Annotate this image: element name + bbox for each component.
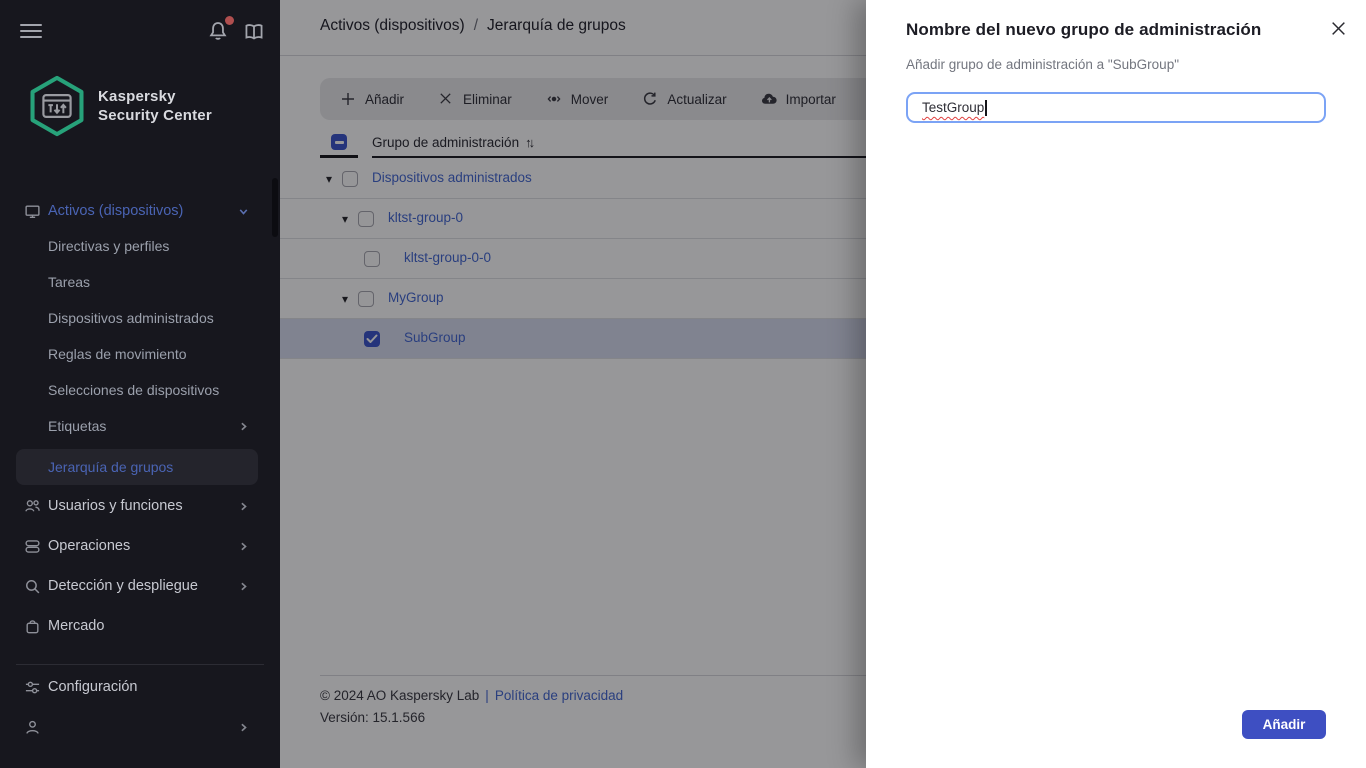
group-link[interactable]: kltst-group-0 [388, 210, 463, 225]
table-row-selected: SubGroup [280, 319, 866, 359]
version-text: Versión: 15.1.566 [320, 710, 426, 725]
chevron-right-icon [237, 500, 250, 513]
new-group-drawer: Nombre del nuevo grupo de administración… [866, 0, 1366, 768]
breadcrumb-activos[interactable]: Activos (dispositivos) [320, 17, 465, 34]
table-row: kltst-group-0-0 [280, 239, 866, 279]
refresh-icon [642, 91, 658, 107]
sidebar-item-operaciones[interactable]: Operaciones [0, 530, 280, 562]
header-underline-checkbox-col [320, 155, 358, 158]
expand-arrow-icon[interactable]: ▾ [326, 171, 332, 187]
sidebar: Kaspersky Security Center Activos (dispo… [0, 0, 280, 768]
header-underline [372, 156, 866, 158]
chevron-right-icon [237, 420, 250, 433]
group-name-value: TestGroup [922, 100, 985, 115]
cloud-upload-icon [761, 91, 777, 107]
sidebar-divider [16, 664, 264, 665]
move-icon [546, 91, 562, 107]
plus-icon [340, 91, 356, 107]
text-caret [985, 99, 987, 116]
group-tree-table: ▾ Dispositivos administrados ▾ kltst-gro… [280, 159, 866, 359]
expand-arrow-icon[interactable]: ▾ [342, 291, 348, 307]
notifications-bell-icon[interactable] [207, 16, 234, 44]
search-icon [24, 578, 41, 595]
table-row: ▾ MyGroup [280, 279, 866, 319]
users-icon [24, 498, 41, 515]
table-row: ▾ kltst-group-0 [280, 199, 866, 239]
sidebar-item-configuracion[interactable]: Configuración [0, 671, 280, 703]
delete-button[interactable]: Eliminar [438, 91, 512, 107]
breadcrumb: Activos (dispositivos) / Jerarquía de grup… [320, 17, 626, 34]
drawer-subtitle: Añadir grupo de administración a "SubGro… [906, 57, 1179, 72]
chevron-right-icon [237, 540, 250, 553]
drawer-title: Nombre del nuevo grupo de administración [906, 20, 1262, 39]
chevron-right-icon [237, 580, 250, 593]
group-link[interactable]: kltst-group-0-0 [404, 250, 491, 265]
group-link[interactable]: MyGroup [388, 290, 444, 305]
chevron-down-icon [237, 205, 250, 218]
row-checkbox[interactable] [358, 291, 374, 307]
add-button[interactable]: Añadir [340, 91, 404, 107]
documentation-book-icon[interactable] [243, 21, 265, 43]
app-window: Kaspersky Security Center Activos (dispo… [0, 0, 1366, 768]
sort-icon[interactable]: ↑↓ [525, 135, 535, 150]
sidebar-item-mercado[interactable]: Mercado [0, 610, 280, 642]
sidebar-item-dispositivos-administrados[interactable]: Dispositivos administrados [0, 300, 280, 336]
sidebar-item-usuarios-y-funciones[interactable]: Usuarios y funciones [0, 490, 280, 522]
breadcrumb-jerarquia: Jerarquía de grupos [487, 17, 626, 34]
expand-arrow-icon[interactable]: ▾ [342, 211, 348, 227]
column-header-grupo-administracion[interactable]: Grupo de administración ↑↓ [372, 135, 535, 150]
privacy-policy-link[interactable]: Política de privacidad [495, 688, 623, 703]
row-checkbox[interactable] [364, 251, 380, 267]
group-link[interactable]: SubGroup [404, 330, 466, 345]
sidebar-item-etiquetas[interactable]: Etiquetas [0, 408, 280, 444]
kaspersky-hexagon-icon [30, 75, 84, 137]
sidebar-item-directivas-y-perfiles[interactable]: Directivas y perfiles [0, 228, 280, 264]
sidebar-item-tareas[interactable]: Tareas [0, 264, 280, 300]
footer-divider [320, 675, 866, 676]
shopping-bag-icon [24, 618, 41, 635]
row-checkbox[interactable] [358, 211, 374, 227]
toolbar: Añadir Eliminar Mover Actualizar Importa… [320, 78, 866, 120]
add-submit-button[interactable]: Añadir [1242, 710, 1326, 739]
table-header: Grupo de administración ↑↓ [280, 129, 866, 157]
sidebar-scrollbar-thumb[interactable] [272, 178, 278, 237]
sidebar-item-selecciones-de-dispositivos[interactable]: Selecciones de dispositivos [0, 372, 280, 408]
sidebar-item-reglas-de-movimiento[interactable]: Reglas de movimiento [0, 336, 280, 372]
page-footer: © 2024 AO Kaspersky Lab | Política de priv… [320, 688, 624, 725]
group-name-input[interactable]: TestGroup [906, 92, 1326, 123]
move-button[interactable]: Mover [546, 91, 608, 107]
sliders-settings-icon [24, 679, 41, 696]
copyright-text: © 2024 AO Kaspersky Lab [320, 688, 480, 703]
x-icon [438, 91, 454, 107]
refresh-button[interactable]: Actualizar [642, 91, 727, 107]
row-checkbox[interactable] [342, 171, 358, 187]
import-button[interactable]: Importar [761, 91, 836, 107]
table-row: ▾ Dispositivos administrados [280, 159, 866, 199]
layers-stack-icon [24, 538, 41, 555]
sidebar-item-deteccion-y-despliegue[interactable]: Detección y despliegue [0, 570, 280, 602]
monitor-icon [24, 203, 41, 220]
row-checkbox-checked[interactable] [364, 331, 380, 347]
app-title: Kaspersky Security Center [98, 88, 212, 124]
chevron-right-icon [237, 721, 250, 734]
header-divider [280, 55, 866, 56]
notification-badge [225, 16, 234, 25]
main-content: Activos (dispositivos) / Jerarquía de grup… [280, 0, 866, 768]
person-icon [24, 719, 41, 736]
close-icon[interactable] [1326, 16, 1350, 40]
hamburger-menu-icon[interactable] [20, 20, 42, 42]
sidebar-item-jerarquia-de-grupos[interactable]: Jerarquía de grupos [16, 449, 258, 485]
sidebar-item-user-account[interactable] [0, 711, 280, 743]
sidebar-item-activos-dispositivos[interactable]: Activos (dispositivos) [0, 196, 280, 226]
kaspersky-logo: Kaspersky Security Center [28, 74, 212, 138]
select-all-checkbox-indeterminate[interactable] [331, 134, 347, 150]
group-link[interactable]: Dispositivos administrados [372, 170, 532, 185]
